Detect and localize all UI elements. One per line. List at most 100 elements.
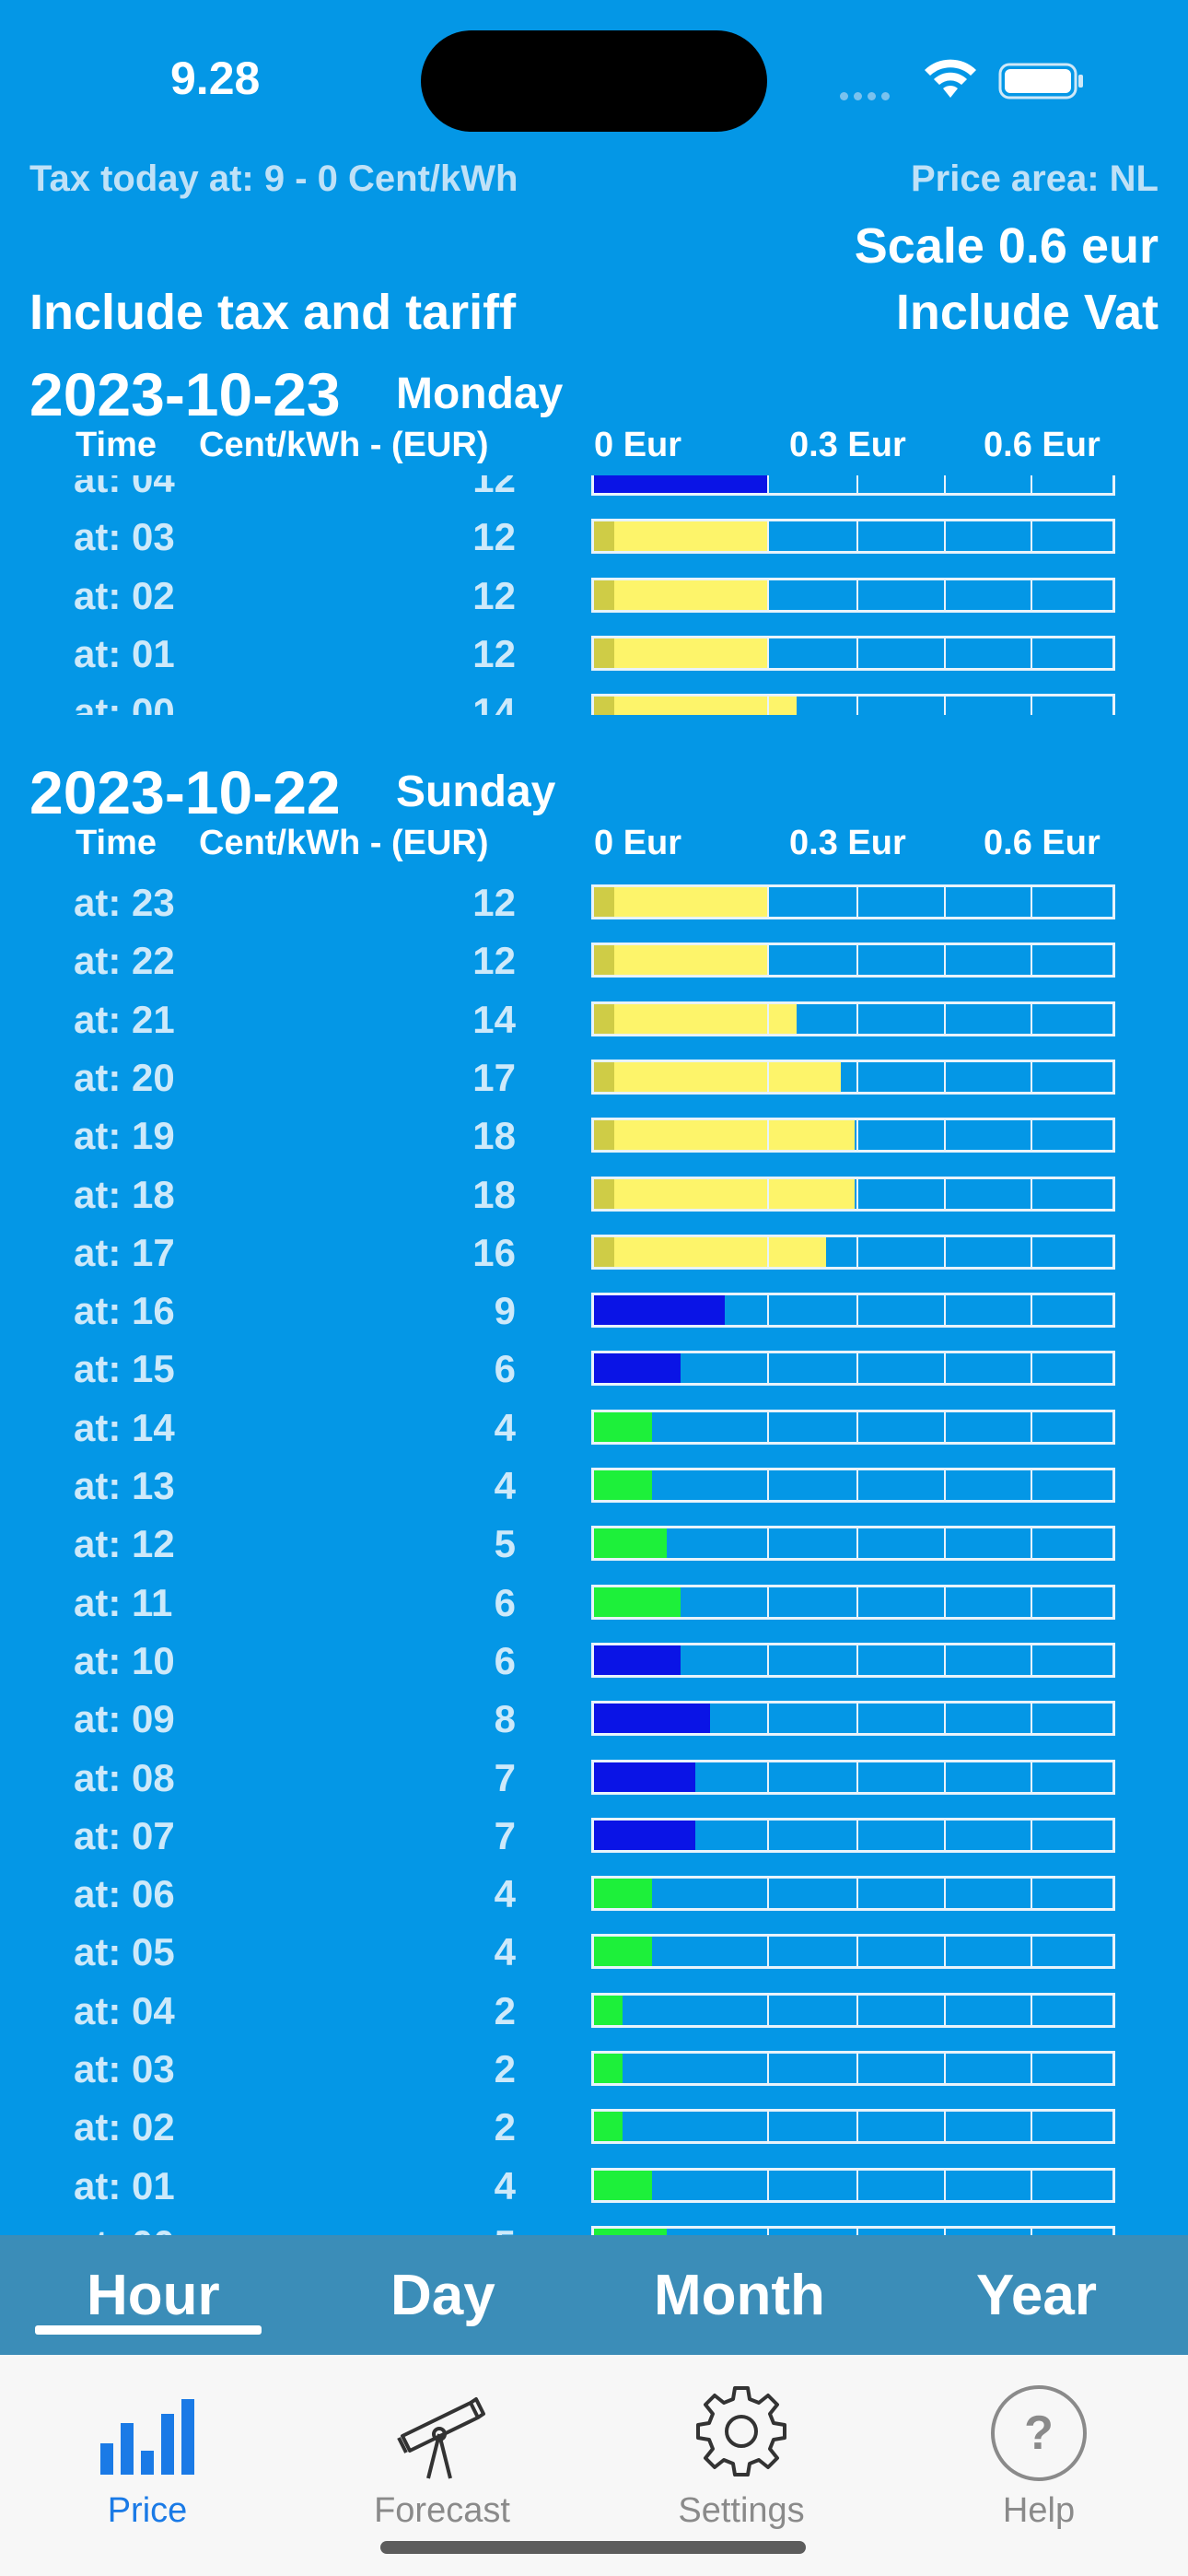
bar-gridline [1031, 1528, 1032, 1559]
bar-gridline [856, 697, 858, 715]
tab-day[interactable]: Day [390, 2263, 495, 2328]
bar-gridline [944, 1587, 946, 1617]
price-row[interactable]: at: 18 18 [0, 1165, 1188, 1224]
price-bar [591, 1759, 1115, 1795]
bar-gridline [944, 1061, 946, 1092]
price-row[interactable]: at: 00 14 [0, 683, 1188, 715]
bar-gridline [856, 2170, 858, 2200]
bar-gridline [944, 1353, 946, 1384]
bar-gridline [767, 1236, 769, 1267]
price-row[interactable]: at: 04 2 [0, 1982, 1188, 2040]
row-price: 4 [494, 1464, 516, 1507]
bar-gridline [767, 580, 769, 610]
row-price: 2 [494, 2105, 516, 2149]
row-time: at: 18 [74, 1172, 175, 1216]
tabbar-item-price[interactable]: Price [28, 2355, 267, 2539]
include-tax-toggle[interactable]: Include tax and tariff [29, 284, 516, 341]
bar-gridline [767, 1937, 769, 1967]
bar-gridline [944, 1937, 946, 1967]
tab-month[interactable]: Month [654, 2263, 825, 2328]
row-price: 7 [494, 1755, 516, 1799]
price-row[interactable]: at: 23 12 [0, 873, 1188, 931]
bar-gridline [944, 1879, 946, 1909]
bar-gridline [767, 521, 769, 552]
bar-gridline [944, 1704, 946, 1734]
axis-label-max: 0.6 Eur [984, 426, 1101, 464]
tab-hour[interactable]: Hour [87, 2263, 220, 2328]
row-time: at: 00 [74, 2222, 175, 2235]
price-row[interactable]: at: 16 9 [0, 1282, 1188, 1340]
row-time: at: 05 [74, 1930, 175, 1974]
price-row[interactable]: at: 14 4 [0, 1399, 1188, 1457]
price-row[interactable]: at: 05 4 [0, 1923, 1188, 1981]
price-row[interactable]: at: 07 7 [0, 1807, 1188, 1865]
bar-gridline [856, 1178, 858, 1209]
scale-label[interactable]: Scale 0.6 eur [855, 217, 1159, 275]
bar-gridline [1031, 1003, 1032, 1034]
price-row[interactable]: at: 15 6 [0, 1340, 1188, 1398]
column-time-header: Time [76, 426, 157, 464]
tax-portion-fill [594, 521, 614, 552]
price-bar-fill [594, 2054, 623, 2083]
bar-gridline [856, 1003, 858, 1034]
bar-gridline [856, 1061, 858, 1092]
price-row[interactable]: at: 09 8 [0, 1690, 1188, 1748]
price-bar [591, 1234, 1115, 1270]
bar-gridline [856, 638, 858, 668]
price-area-label: Price area: NL [910, 158, 1159, 199]
svg-text:?: ? [1024, 2406, 1054, 2460]
row-price: 7 [494, 1813, 516, 1857]
price-row[interactable]: at: 01 4 [0, 2157, 1188, 2215]
price-row[interactable]: at: 21 14 [0, 990, 1188, 1048]
price-bar-fill [594, 638, 768, 668]
bar-gridline [1031, 1762, 1032, 1792]
price-bar-fill [594, 1295, 725, 1326]
price-bar-fill [594, 580, 768, 610]
price-row[interactable]: at: 12 5 [0, 1515, 1188, 1573]
row-time: at: 22 [74, 939, 175, 983]
row-time: at: 14 [74, 1405, 175, 1449]
row-time: at: 03 [74, 2047, 175, 2090]
tax-portion-fill [594, 697, 614, 715]
price-row[interactable]: at: 03 2 [0, 2040, 1188, 2098]
tabbar-item-settings[interactable]: Settings [622, 2355, 861, 2539]
bar-gridline [944, 638, 946, 668]
bar-gridline [767, 697, 769, 715]
price-row[interactable]: at: 01 12 [0, 625, 1188, 683]
day1-price-list[interactable]: at: 04 12 at: 03 12 at: 02 12 at: 01 12 at: 00 14 [0, 475, 1188, 715]
bar-gridline [767, 1178, 769, 1209]
bar-gridline [767, 1995, 769, 2025]
price-row[interactable]: at: 10 6 [0, 1632, 1188, 1690]
price-bar [591, 1642, 1115, 1678]
row-time: at: 17 [74, 1230, 175, 1274]
axis-label-mid: 0.3 Eur [789, 824, 906, 862]
day2-price-list[interactable]: at: 23 12 at: 22 12 at: 21 14 at: 20 17 at: 19 18… [0, 873, 1188, 2235]
price-row[interactable]: at: 02 2 [0, 2098, 1188, 2156]
price-row[interactable]: at: 06 4 [0, 1865, 1188, 1923]
price-row[interactable]: at: 04 12 [0, 475, 1188, 508]
price-row[interactable]: at: 13 4 [0, 1457, 1188, 1515]
column-price-header: Cent/kWh - (EUR) [199, 824, 489, 862]
price-bar [591, 1409, 1115, 1445]
include-vat-toggle[interactable]: Include Vat [896, 284, 1159, 341]
bar-gridline [1031, 1411, 1032, 1442]
price-row[interactable]: at: 20 17 [0, 1048, 1188, 1107]
tab-year[interactable]: Year [976, 2263, 1097, 2328]
bar-gridline [767, 2170, 769, 2200]
price-row[interactable]: at: 17 16 [0, 1224, 1188, 1282]
tax-portion-fill [594, 887, 614, 917]
row-price: 6 [494, 1638, 516, 1682]
price-row[interactable]: at: 00 5 [0, 2215, 1188, 2235]
bar-gridline [767, 945, 769, 976]
price-row[interactable]: at: 11 6 [0, 1574, 1188, 1632]
price-row[interactable]: at: 19 18 [0, 1107, 1188, 1165]
row-price: 12 [472, 515, 516, 559]
tabbar-item-forecast[interactable]: Forecast [322, 2355, 562, 2539]
price-row[interactable]: at: 08 7 [0, 1749, 1188, 1807]
tabbar-item-help[interactable]: ? Help [919, 2355, 1159, 2539]
row-price: 14 [472, 690, 516, 715]
price-row[interactable]: at: 02 12 [0, 567, 1188, 625]
price-row[interactable]: at: 03 12 [0, 508, 1188, 566]
price-row[interactable]: at: 22 12 [0, 931, 1188, 989]
row-price: 12 [472, 475, 516, 500]
